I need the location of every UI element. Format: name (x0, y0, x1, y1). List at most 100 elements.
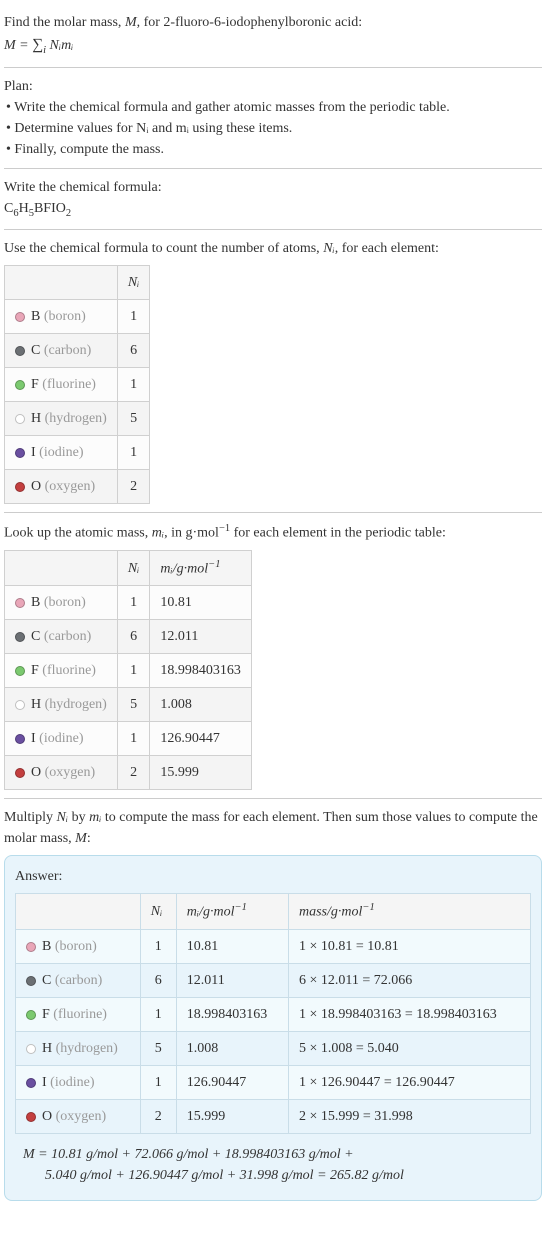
table-row: O (oxygen)215.9992 × 15.999 = 31.998 (16, 1100, 531, 1134)
element-name: (fluorine) (42, 663, 96, 678)
element-dot-icon (26, 1078, 36, 1088)
n-value: 6 (117, 620, 150, 654)
element-name: (iodine) (39, 445, 83, 460)
element-name: (iodine) (39, 731, 83, 746)
element-name: (oxygen) (45, 479, 96, 494)
plan-title: Plan: (4, 76, 542, 97)
element-name: (fluorine) (53, 1007, 107, 1022)
formula-sub: 2 (66, 207, 71, 218)
final-line2: 5.040 g/mol + 126.90447 g/mol + 31.998 g… (45, 1168, 404, 1183)
element-name: (boron) (44, 309, 86, 324)
var-m: M (75, 831, 87, 846)
text: Find the molar mass, (4, 15, 125, 30)
table-row: H (hydrogen)5 (5, 402, 150, 436)
molar-mass-equation: M = ∑i Nᵢmᵢ (4, 33, 542, 59)
formula-part: BFIO (34, 201, 66, 216)
element-symbol: F (31, 377, 39, 392)
element-dot-icon (26, 942, 36, 952)
n-value: 1 (117, 436, 150, 470)
chemical-formula-section: Write the chemical formula: C6H5BFIO2 (4, 169, 542, 231)
element-symbol: B (31, 309, 40, 324)
table-row: F (fluorine)118.998403163 (5, 654, 252, 688)
element-dot-icon (15, 482, 25, 492)
element-cell: I (iodine) (16, 1066, 141, 1100)
element-dot-icon (15, 414, 25, 424)
text: : (87, 831, 91, 846)
element-cell: O (oxygen) (5, 470, 118, 504)
var-m: M (125, 15, 137, 30)
empty-header (16, 894, 141, 930)
element-dot-icon (15, 666, 25, 676)
text: mᵢ/g·mol (160, 561, 208, 576)
m-value: 10.81 (150, 586, 252, 620)
element-name: (oxygen) (56, 1109, 107, 1124)
element-name: (fluorine) (42, 377, 96, 392)
element-dot-icon (15, 734, 25, 744)
table-row: O (oxygen)2 (5, 470, 150, 504)
element-symbol: I (31, 445, 36, 460)
element-name: (boron) (44, 595, 86, 610)
n-value: 5 (140, 1032, 176, 1066)
var-mi: mᵢ (89, 810, 101, 825)
element-name: (hydrogen) (56, 1041, 118, 1056)
element-name: (carbon) (55, 973, 102, 988)
section-intro: Use the chemical formula to count the nu… (4, 238, 542, 259)
element-symbol: O (42, 1109, 52, 1124)
mass-value: 1 × 126.90447 = 126.90447 (289, 1066, 531, 1100)
mass-value: 1 × 18.998403163 = 18.998403163 (289, 998, 531, 1032)
m-value: 12.011 (150, 620, 252, 654)
section-intro: Look up the atomic mass, mᵢ, in g·mol−1 … (4, 521, 542, 544)
sigma-icon: ∑ (32, 36, 43, 53)
element-symbol: C (31, 343, 40, 358)
table-header-row: Nᵢ mᵢ/g·mol−1 mass/g·mol−1 (16, 894, 531, 930)
plan-list: Write the chemical formula and gather at… (4, 97, 542, 160)
plan-item: Determine values for Nᵢ and mᵢ using the… (6, 118, 542, 139)
m-value: 15.999 (176, 1100, 288, 1134)
n-value: 1 (117, 722, 150, 756)
n-value: 5 (117, 688, 150, 722)
answer-label: Answer: (15, 866, 531, 887)
final-line1: M = 10.81 g/mol + 72.066 g/mol + 18.9984… (23, 1147, 354, 1162)
m-value: 1.008 (176, 1032, 288, 1066)
element-symbol: C (31, 629, 40, 644)
count-atoms-section: Use the chemical formula to count the nu… (4, 230, 542, 513)
element-dot-icon (26, 1010, 36, 1020)
table-row: F (fluorine)118.9984031631 × 18.99840316… (16, 998, 531, 1032)
section-title: Write the chemical formula: (4, 177, 542, 198)
text: by (68, 810, 89, 825)
element-dot-icon (26, 1044, 36, 1054)
element-cell: F (fluorine) (16, 998, 141, 1032)
element-cell: H (hydrogen) (5, 402, 118, 436)
atomic-mass-table: Nᵢ mᵢ/g·mol−1 B (boron)110.81 C (carbon)… (4, 550, 252, 791)
answer-table: Nᵢ mᵢ/g·mol−1 mass/g·mol−1 B (boron)110.… (15, 893, 531, 1134)
element-dot-icon (15, 598, 25, 608)
empty-header (5, 550, 118, 586)
element-name: (boron) (55, 939, 97, 954)
mass-value: 5 × 1.008 = 5.040 (289, 1032, 531, 1066)
element-dot-icon (15, 448, 25, 458)
n-value: 1 (140, 1066, 176, 1100)
atom-count-table: Nᵢ B (boron)1 C (carbon)6 F (fluorine)1 … (4, 265, 150, 504)
element-cell: B (boron) (5, 586, 118, 620)
plan-section: Plan: Write the chemical formula and gat… (4, 68, 542, 169)
n-value: 2 (117, 756, 150, 790)
m-value: 12.011 (176, 964, 288, 998)
plan-item: Write the chemical formula and gather at… (6, 97, 542, 118)
n-value: 1 (117, 368, 150, 402)
element-cell: B (boron) (5, 300, 118, 334)
element-symbol: H (31, 411, 41, 426)
element-dot-icon (15, 312, 25, 322)
element-name: (hydrogen) (45, 411, 107, 426)
element-cell: I (iodine) (5, 436, 118, 470)
element-name: (carbon) (44, 343, 91, 358)
m-value: 18.998403163 (150, 654, 252, 688)
atomic-mass-section: Look up the atomic mass, mᵢ, in g·mol−1 … (4, 513, 542, 799)
var-ni: Nᵢ (57, 810, 69, 825)
n-value: 1 (140, 998, 176, 1032)
element-name: (oxygen) (45, 765, 96, 780)
text: , for 2-fluoro-6-iodophenylboronic acid: (137, 15, 363, 30)
intro-line1: Find the molar mass, M, for 2-fluoro-6-i… (4, 12, 542, 33)
element-cell: H (hydrogen) (5, 688, 118, 722)
n-value: 6 (140, 964, 176, 998)
table-row: B (boron)110.81 (5, 586, 252, 620)
